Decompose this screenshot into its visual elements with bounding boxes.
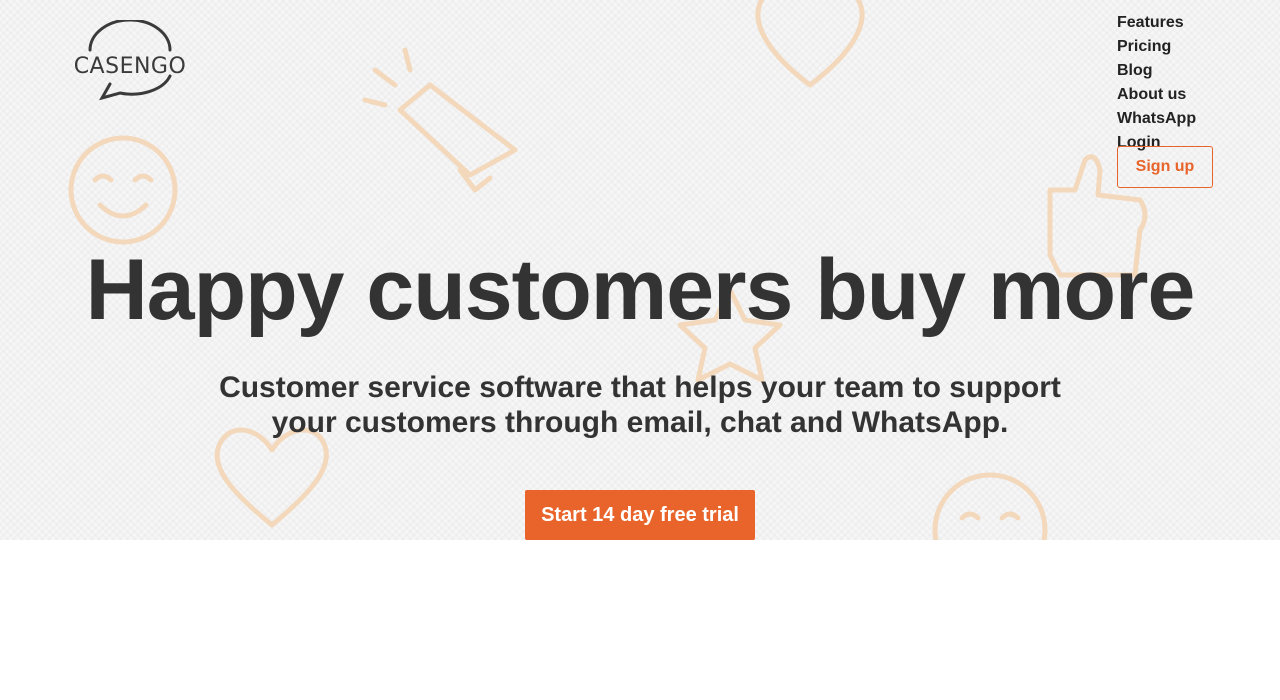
logo-wordmark: CASENGO: [73, 54, 187, 79]
hero-headline: Happy customers buy more: [85, 242, 1196, 338]
nav-about-us[interactable]: About us: [1117, 83, 1227, 107]
start-trial-button[interactable]: Start 14 day free trial: [525, 490, 755, 540]
nav-features[interactable]: Features: [1117, 11, 1227, 35]
heart-icon: [214, 427, 329, 528]
megaphone-icon: [362, 47, 518, 193]
hero-subheadline: Customer service software that helps you…: [219, 371, 1061, 439]
heart-icon: [755, 0, 865, 88]
hero-section: CASENGO Features Pricing Blog About us W…: [0, 0, 1280, 540]
smiley-icon: [68, 135, 178, 245]
nav-pricing[interactable]: Pricing: [1117, 35, 1227, 59]
main-nav: Features Pricing Blog About us WhatsApp …: [1117, 11, 1227, 155]
nav-whatsapp[interactable]: WhatsApp: [1117, 107, 1227, 131]
casengo-logo[interactable]: CASENGO: [68, 20, 192, 100]
smiley-icon: [932, 472, 1048, 540]
nav-blog[interactable]: Blog: [1117, 59, 1227, 83]
signup-button[interactable]: Sign up: [1117, 146, 1213, 188]
